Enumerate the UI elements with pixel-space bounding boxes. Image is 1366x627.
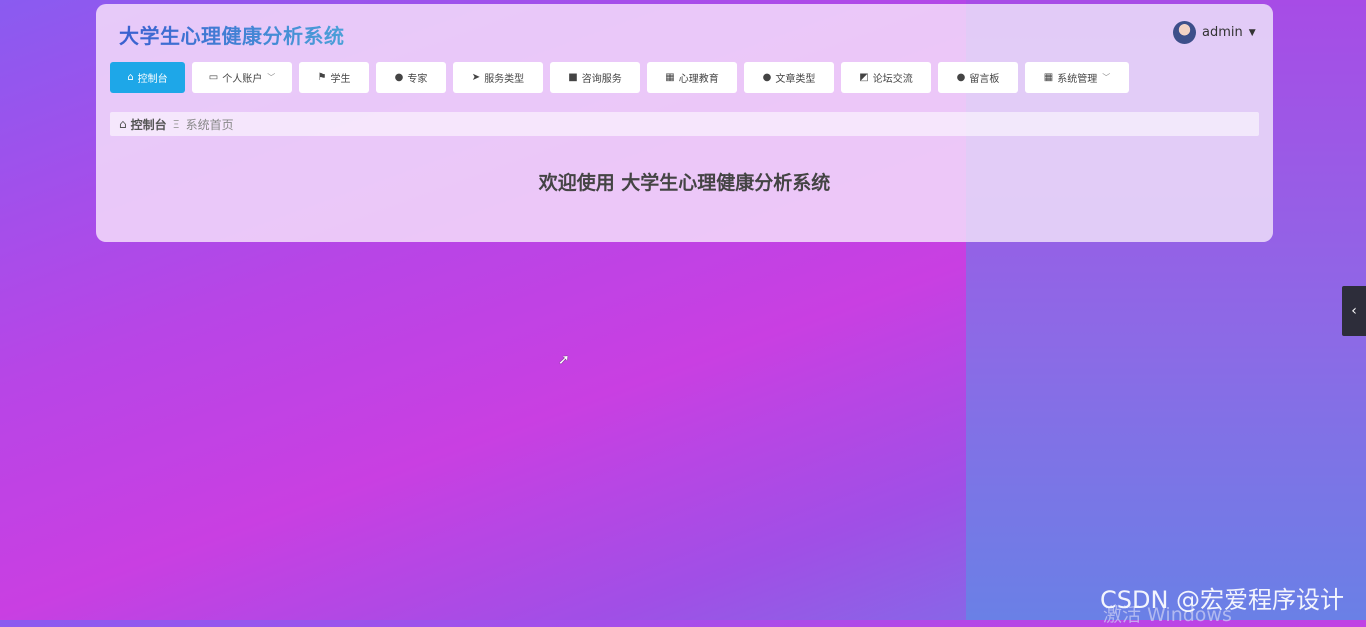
breadcrumb: ⌂ 控制台 Ξ 系统首页 — [110, 112, 1259, 136]
nav-item-label: 专家 — [407, 74, 428, 85]
user-menu[interactable]: admin ▼ — [1173, 21, 1256, 44]
home-icon: ⌂ — [127, 72, 134, 83]
nav-item-label: 论坛交流 — [872, 74, 913, 85]
grid-icon: ▦ — [665, 72, 675, 83]
nav-item-label: 系统管理 — [1057, 74, 1098, 85]
welcome-heading: 欢迎使用 大学生心理健康分析系统 — [538, 172, 831, 194]
nav-item-label: 咨询服务 — [581, 74, 622, 85]
grid-icon: ▦ — [1043, 72, 1054, 83]
flag-icon: ⚑ — [317, 72, 327, 83]
nav-item-forum[interactable]: ◩ 论坛交流 — [841, 62, 931, 93]
bulb-icon: ● — [956, 72, 966, 83]
sidebar-toggle-button[interactable]: ‹ — [1342, 286, 1366, 336]
nav-item-students[interactable]: ⚑ 学生 — [299, 62, 369, 93]
nav-item-article-types[interactable]: ● 文章类型 — [744, 62, 834, 93]
top-nav: ⌂ 控制台 ▭ 个人账户 ﹀ ⚑ 学生 ● 专家 ➤ 服务类型 ■ 咨询服务 ▦… — [110, 62, 1136, 93]
nav-item-system-management[interactable]: ▦ 系统管理 ﹀ — [1025, 62, 1129, 93]
send-icon: ➤ — [471, 72, 481, 83]
nav-item-experts[interactable]: ● 专家 — [376, 62, 446, 93]
chart-icon: ◩ — [859, 72, 869, 83]
nav-item-service-types[interactable]: ➤ 服务类型 — [453, 62, 543, 93]
wallet-icon: ▭ — [208, 72, 219, 83]
breadcrumb-current: 系统首页 — [185, 117, 234, 132]
nav-item-label: 个人账户 — [222, 74, 263, 85]
user-icon: ● — [394, 72, 404, 83]
nav-item-label: 心理教育 — [678, 74, 719, 85]
mouse-cursor-icon: ➚ — [558, 352, 570, 368]
breadcrumb-root[interactable]: 控制台 — [131, 116, 167, 133]
csdn-watermark: CSDN @宏爱程序设计 — [1100, 586, 1345, 614]
username[interactable]: admin — [1202, 25, 1243, 40]
user-icon: ● — [762, 72, 772, 83]
nav-item-consulting[interactable]: ■ 咨询服务 — [550, 62, 640, 93]
video-icon: ■ — [568, 72, 578, 83]
app-title: 大学生心理健康分析系统 — [119, 20, 345, 49]
nav-item-label: 文章类型 — [775, 74, 816, 85]
nav-item-personal-account[interactable]: ▭ 个人账户 ﹀ — [192, 62, 292, 93]
nav-item-dashboard[interactable]: ⌂ 控制台 — [110, 62, 185, 93]
nav-item-label: 控制台 — [137, 74, 168, 85]
chevron-left-icon: ‹ — [1351, 303, 1357, 319]
avatar[interactable] — [1173, 21, 1196, 44]
chevron-down-icon: ﹀ — [267, 73, 276, 82]
caret-down-icon[interactable]: ▼ — [1249, 28, 1256, 38]
nav-item-label: 留言板 — [969, 74, 1000, 85]
nav-item-education[interactable]: ▦ 心理教育 — [647, 62, 737, 93]
home-icon: ⌂ — [119, 117, 127, 131]
nav-item-label: 服务类型 — [484, 74, 525, 85]
nav-item-message-board[interactable]: ● 留言板 — [938, 62, 1018, 93]
breadcrumb-separator: Ξ — [172, 117, 180, 131]
chevron-down-icon: ﹀ — [1102, 73, 1111, 82]
nav-item-label: 学生 — [330, 74, 351, 85]
